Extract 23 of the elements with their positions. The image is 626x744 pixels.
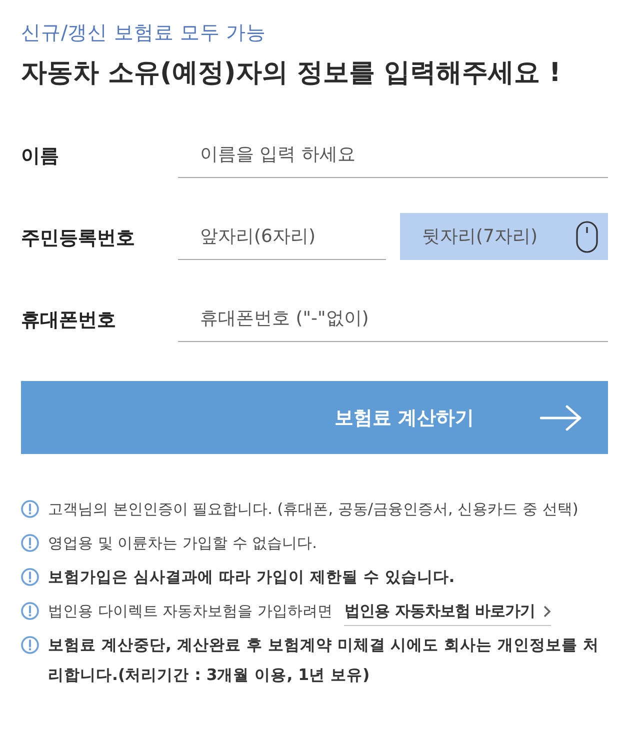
shortcut-link[interactable]: 법인용 자동차보험 바로가기 [344, 599, 552, 626]
notice-text: 법인용 다이렉트 자동차보험을 가입하려면 [48, 601, 332, 622]
page-title: 자동차 소유(예정)자의 정보를 입력해주세요 ! [21, 58, 562, 88]
chevron-right-icon [543, 604, 552, 618]
exclamation-icon [21, 602, 39, 620]
notice-text: 보험료 계산중단, 계산완료 후 보험계약 미체결 시에도 회사는 개인정보를 처리합니다.(처리기간 : 3개월 이용, 1년 보유) [48, 634, 600, 686]
input-field[interactable]: 이름을 입력 하세요 [178, 131, 608, 178]
notice-text: 영업용 및 이륜차는 가입할 수 없습니다. [48, 533, 317, 554]
arrow-right-icon [540, 404, 582, 430]
field-label: 휴대폰번호 [21, 308, 117, 332]
exclamation-icon [21, 500, 39, 518]
input-field[interactable]: 휴대폰번호 ("-"없이) [178, 295, 608, 342]
field-label: 주민등록번호 [21, 226, 136, 250]
mouse-icon [576, 220, 598, 252]
subtitle: 신규/갱신 보험료 모두 가능 [21, 22, 268, 44]
exclamation-icon [21, 636, 39, 654]
notice-text: 고객님의 본인인증이 필요합니다. (휴대폰, 공동/금융인증서, 신용카드 중 선택) [48, 499, 578, 520]
notice-text: 보험가입은 심사결과에 따라 가입이 제한될 수 있습니다. [48, 566, 455, 588]
input-field[interactable]: 앞자리(6자리) [178, 213, 386, 260]
exclamation-icon [21, 534, 39, 552]
field-label: 이름 [21, 144, 60, 168]
secure-input-field[interactable]: 뒷자리(7자리) [400, 213, 608, 260]
exclamation-icon [21, 568, 39, 586]
